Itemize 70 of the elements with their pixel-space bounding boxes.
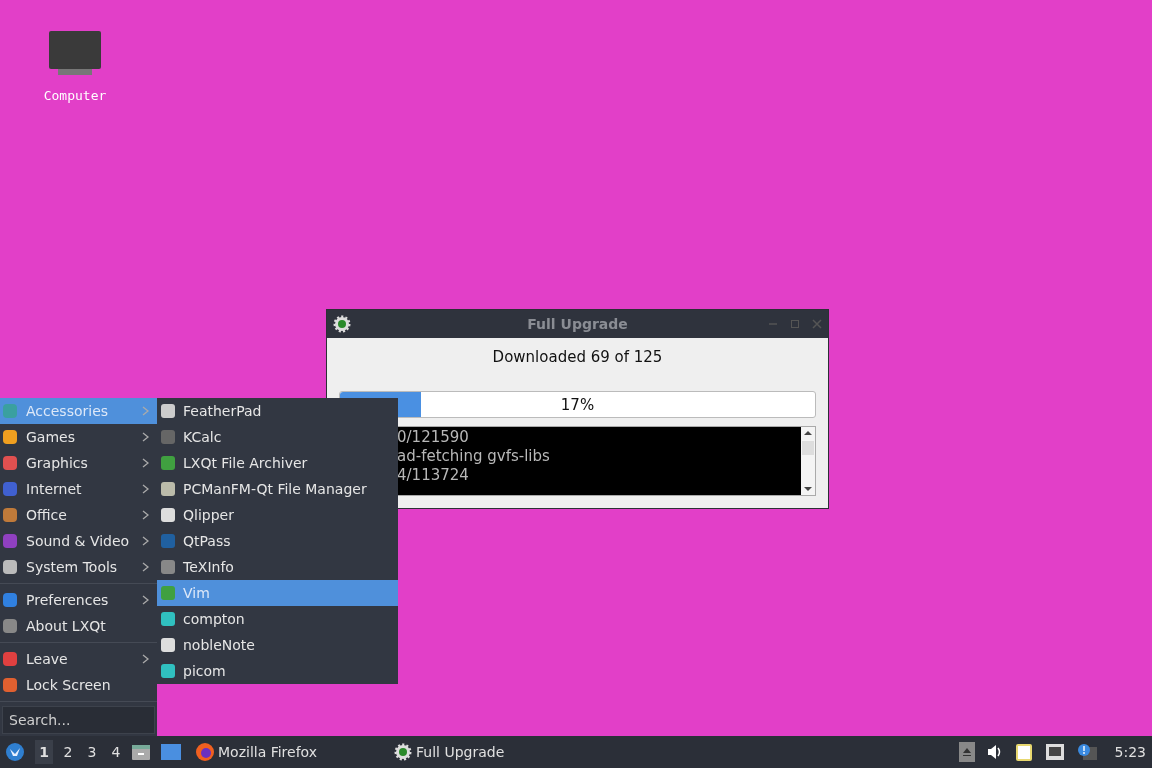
gear-icon xyxy=(393,742,413,762)
app-icon xyxy=(160,403,176,419)
notification-icon[interactable] xyxy=(1076,743,1097,761)
app-icon xyxy=(160,637,176,653)
search-field[interactable]: Search... xyxy=(2,706,155,734)
app-icon xyxy=(2,533,18,549)
workspace-button[interactable]: 1 xyxy=(35,740,53,764)
eject-icon[interactable] xyxy=(958,742,975,762)
menu-item[interactable]: Leave xyxy=(0,646,157,672)
menu-item[interactable]: compton xyxy=(157,606,398,632)
log-line: ad-fetching gvfs-libs xyxy=(397,447,550,466)
menu-item[interactable]: nobleNote xyxy=(157,632,398,658)
scroll-thumb[interactable] xyxy=(802,441,814,455)
menu-item[interactable]: picom xyxy=(157,658,398,684)
gear-icon xyxy=(333,315,351,333)
clipboard-icon[interactable] xyxy=(1014,742,1033,762)
app-icon xyxy=(2,507,18,523)
app-icon xyxy=(2,429,18,445)
browser-icon xyxy=(195,742,215,762)
app-icon xyxy=(2,455,18,471)
taskbar-button[interactable]: Full Upgrade xyxy=(389,738,509,766)
app-icon xyxy=(2,481,18,497)
menu-item[interactable]: PCManFM-Qt File Manager xyxy=(157,476,398,502)
workspace-button[interactable]: 2 xyxy=(59,740,77,764)
progress-text: 17% xyxy=(560,395,595,414)
speaker-icon[interactable] xyxy=(986,744,1003,760)
desktop-icon-label[interactable]: Computer xyxy=(43,88,107,103)
menu-item[interactable]: TeXInfo xyxy=(157,554,398,580)
menu-item[interactable]: Qlipper xyxy=(157,502,398,528)
workspace-button[interactable]: 4 xyxy=(107,740,125,764)
menu-item[interactable]: Graphics xyxy=(0,450,157,476)
app-icon xyxy=(160,507,176,523)
app-icon xyxy=(2,618,18,634)
app-icon xyxy=(160,533,176,549)
log-line: 4/113724 xyxy=(397,466,469,485)
menu-item[interactable]: Sound & Video xyxy=(0,528,157,554)
menu-item[interactable]: About LXQt xyxy=(0,613,157,639)
scrollbar[interactable] xyxy=(801,427,815,495)
app-icon xyxy=(160,611,176,627)
workspace-button[interactable]: 3 xyxy=(83,740,101,764)
scroll-down-icon[interactable] xyxy=(804,486,812,492)
menu-item[interactable]: Internet xyxy=(0,476,157,502)
status-message: Downloaded 69 of 125 xyxy=(492,348,663,366)
taskbar-button[interactable]: Mozilla Firefox xyxy=(191,738,383,766)
menu-item[interactable]: System Tools xyxy=(0,554,157,580)
menu-item[interactable]: Office xyxy=(0,502,157,528)
app-icon xyxy=(160,559,176,575)
clock[interactable]: 5:23 xyxy=(1114,744,1146,760)
scroll-up-icon[interactable] xyxy=(804,430,812,436)
menu-item[interactable]: Lock Screen xyxy=(0,672,157,698)
app-icon xyxy=(2,559,18,575)
app-icon xyxy=(2,592,18,608)
file-cabinet-icon[interactable] xyxy=(131,743,151,761)
app-icon xyxy=(160,663,176,679)
monitor-icon[interactable] xyxy=(48,30,102,78)
menu-item[interactable]: LXQt File Archiver xyxy=(157,450,398,476)
log-line: 0/121590 xyxy=(397,428,469,447)
window-title: Full Upgrade xyxy=(527,316,628,332)
app-icon xyxy=(160,585,176,601)
app-icon xyxy=(2,403,18,419)
menu-item[interactable]: Preferences xyxy=(0,587,157,613)
app-icon xyxy=(160,481,176,497)
menu-item[interactable]: FeatherPad xyxy=(157,398,398,424)
app-icon xyxy=(2,677,18,693)
app-icon xyxy=(160,429,176,445)
app-icon xyxy=(160,455,176,471)
app-icon xyxy=(2,651,18,667)
menu-item[interactable]: QtPass xyxy=(157,528,398,554)
menu-item[interactable]: Games xyxy=(0,424,157,450)
menu-item[interactable]: KCalc xyxy=(157,424,398,450)
